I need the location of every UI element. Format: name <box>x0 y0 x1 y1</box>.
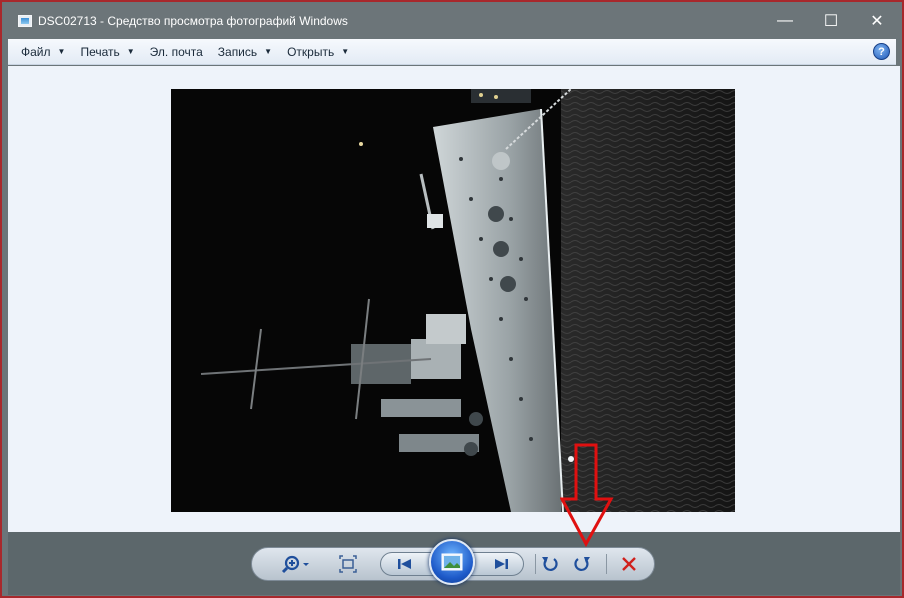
image-viewer-area <box>8 66 900 532</box>
dropdown-arrow-icon: ▼ <box>264 47 273 56</box>
annotation-arrow-icon <box>560 443 614 547</box>
menu-burn-label: Запись <box>217 44 258 59</box>
displayed-photo <box>171 89 735 512</box>
minimize-icon: — <box>777 12 793 29</box>
menu-file[interactable]: Файл ▼ <box>16 41 70 63</box>
help-icon[interactable]: ? <box>873 43 890 60</box>
rotate-ccw-icon <box>542 557 558 571</box>
window-title: DSC02713 - Средство просмотра фотографий… <box>38 14 348 28</box>
menu-email-label: Эл. почта <box>149 44 203 59</box>
skip-previous-icon <box>398 559 411 569</box>
close-button[interactable]: ✕ <box>854 4 900 38</box>
zoom-button[interactable] <box>280 553 314 575</box>
menu-email[interactable]: Эл. почта <box>145 41 208 63</box>
menu-open-label: Открыть <box>287 44 335 59</box>
menu-print[interactable]: Печать ▼ <box>75 41 139 63</box>
dropdown-arrow-icon: ▼ <box>57 47 66 56</box>
next-button[interactable] <box>489 554 513 574</box>
rotate-counterclockwise-button[interactable] <box>539 554 561 574</box>
delete-x-icon <box>622 557 636 571</box>
slideshow-icon <box>441 553 463 571</box>
photo-viewer-app-icon <box>18 15 32 27</box>
slideshow-button[interactable] <box>429 539 475 585</box>
actual-size-button[interactable] <box>338 554 358 574</box>
dropdown-arrow-icon: ▼ <box>341 47 350 56</box>
maximize-icon: ☐ <box>823 13 839 30</box>
menu-print-label: Печать <box>80 44 120 59</box>
toolbar-separator <box>606 554 607 574</box>
menu-burn[interactable]: Запись ▼ <box>213 41 277 63</box>
rotate-cw-icon <box>574 557 590 571</box>
maximize-button[interactable]: ☐ <box>808 4 854 38</box>
fit-window-icon <box>339 555 357 573</box>
menu-bar: Файл ▼ Печать ▼ Эл. почта Запись ▼ Откры… <box>8 39 896 65</box>
minimize-button[interactable]: — <box>762 4 808 38</box>
title-bar[interactable]: DSC02713 - Средство просмотра фотографий… <box>4 4 900 38</box>
rotate-clockwise-button[interactable] <box>571 554 593 574</box>
menu-open[interactable]: Открыть ▼ <box>282 41 354 63</box>
skip-next-icon <box>495 559 508 569</box>
menu-file-label: Файл <box>21 44 51 59</box>
night-cruiser-photo <box>171 89 735 512</box>
close-icon: ✕ <box>870 13 884 30</box>
previous-button[interactable] <box>393 554 417 574</box>
window-controls: — ☐ ✕ <box>762 4 900 38</box>
bottom-toolbar <box>8 532 900 595</box>
magnifier-plus-icon <box>281 555 309 574</box>
dropdown-arrow-icon: ▼ <box>126 47 135 56</box>
photo-viewer-window: DSC02713 - Средство просмотра фотографий… <box>0 0 904 598</box>
toolbar-separator <box>535 554 536 574</box>
delete-button[interactable] <box>619 554 639 574</box>
